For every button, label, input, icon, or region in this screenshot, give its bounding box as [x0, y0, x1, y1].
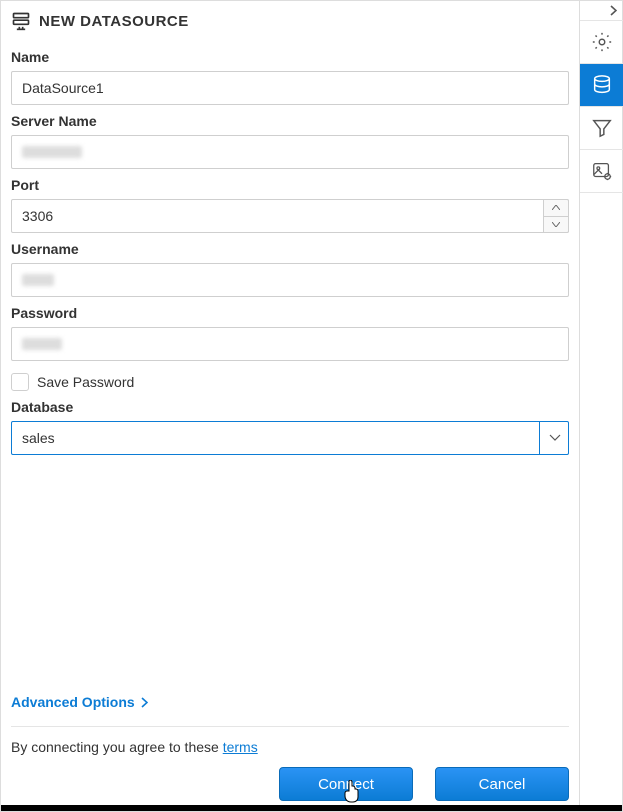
- gear-icon: [591, 31, 613, 53]
- username-label: Username: [11, 241, 569, 257]
- password-input[interactable]: x: [11, 327, 569, 361]
- server-name-label: Server Name: [11, 113, 569, 129]
- name-label: Name: [11, 49, 569, 65]
- right-sidebar: [579, 1, 622, 811]
- database-icon: [591, 74, 613, 96]
- save-password-label: Save Password: [37, 374, 134, 390]
- bottom-bar: [1, 805, 622, 811]
- cancel-button[interactable]: Cancel: [435, 767, 569, 801]
- server-name-input[interactable]: x: [11, 135, 569, 169]
- port-step-up[interactable]: [544, 199, 569, 216]
- save-password-checkbox[interactable]: [11, 373, 29, 391]
- panel-header: NEW DATASOURCE: [11, 11, 569, 31]
- chevron-right-icon: [610, 5, 617, 16]
- port-step-down[interactable]: [544, 216, 569, 234]
- password-label: Password: [11, 305, 569, 321]
- advanced-options-toggle[interactable]: Advanced Options: [11, 694, 569, 710]
- chevron-right-icon: [141, 697, 148, 708]
- port-label: Port: [11, 177, 569, 193]
- advanced-options-label: Advanced Options: [11, 694, 135, 710]
- sidebar-datasources[interactable]: [580, 64, 623, 107]
- sidebar-settings[interactable]: [580, 21, 623, 64]
- sidebar-image-settings[interactable]: [580, 150, 623, 193]
- redacted-text: x: [22, 274, 54, 286]
- sidebar-filter[interactable]: [580, 107, 623, 150]
- terms-row: By connecting you agree to these terms: [11, 726, 569, 755]
- database-select[interactable]: [11, 421, 569, 455]
- redacted-text: x: [22, 146, 82, 158]
- funnel-icon: [591, 117, 613, 139]
- connect-button[interactable]: Connect: [279, 767, 413, 801]
- terms-text: By connecting you agree to these: [11, 739, 223, 755]
- collapse-panel-button[interactable]: [580, 1, 623, 21]
- datasource-icon: [11, 11, 31, 31]
- panel-title: NEW DATASOURCE: [39, 13, 189, 30]
- image-gear-icon: [591, 160, 613, 182]
- database-label: Database: [11, 399, 569, 415]
- username-input[interactable]: x: [11, 263, 569, 297]
- port-input[interactable]: [11, 199, 569, 233]
- redacted-text: x: [22, 338, 62, 350]
- terms-link[interactable]: terms: [223, 739, 258, 755]
- name-input[interactable]: [11, 71, 569, 105]
